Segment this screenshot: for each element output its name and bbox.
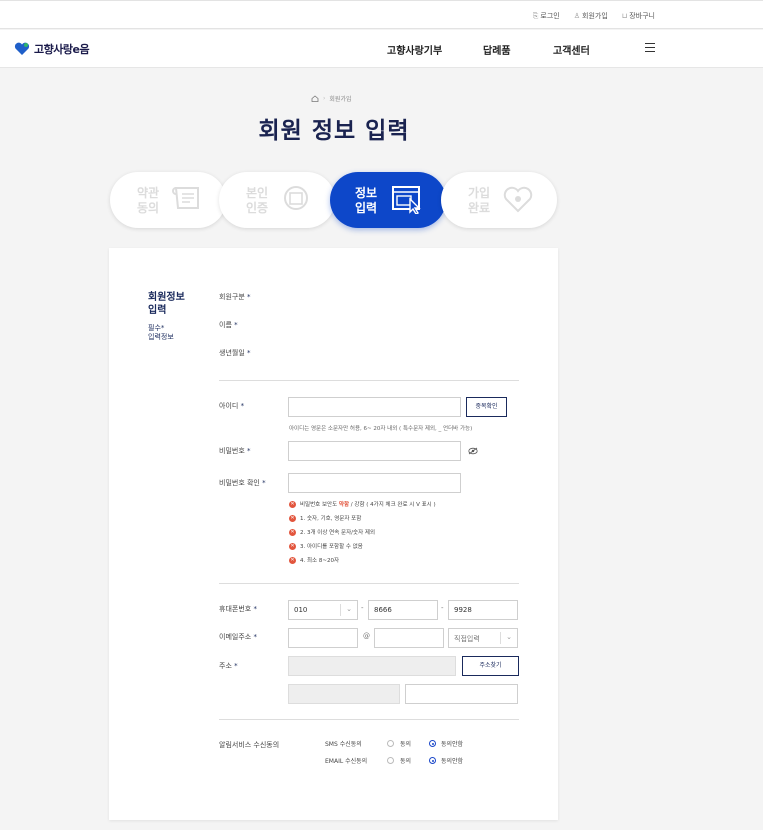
page-title: 회원 정보 입력 xyxy=(258,118,410,144)
password-rule: ✕ 3. 아이디를 포함할 수 없음 xyxy=(289,542,363,550)
email-domain-input[interactable] xyxy=(374,628,444,648)
divider xyxy=(219,719,519,720)
email-agree-radio[interactable] xyxy=(387,757,394,764)
duplicate-check-button[interactable]: 중복확인 xyxy=(466,397,507,417)
x-circle-icon: ✕ xyxy=(289,542,296,550)
x-circle-icon: ✕ xyxy=(289,556,296,564)
sms-disagree-radio[interactable] xyxy=(429,740,436,747)
email-disagree-text[interactable]: 동의안함 xyxy=(441,756,463,765)
breadcrumb-current: 회원가입 xyxy=(329,96,352,103)
sms-agree-text[interactable]: 동의 xyxy=(400,739,411,748)
section-subtitle: 필수* 입력정보 xyxy=(148,324,174,341)
password-rule: ✕ 1. 숫자, 기호, 영문자 포함 xyxy=(289,514,362,522)
heart-hands-icon xyxy=(503,186,533,213)
scroll-icon xyxy=(172,187,199,209)
id-label: 아이디 * xyxy=(219,402,245,410)
main-nav: 고향사랑e음 고향사랑기부 답례품 고객센터 xyxy=(0,30,763,68)
join-link[interactable]: ♙ 회원가입 xyxy=(574,11,608,21)
member-type-label: 회원구분 * xyxy=(219,293,251,301)
sms-agree-label: SMS 수신동의 xyxy=(325,741,362,748)
sms-agree-radio[interactable] xyxy=(387,740,394,747)
phone-prefix-select[interactable]: 010 ⌄ xyxy=(288,600,358,620)
x-circle-icon: ✕ xyxy=(289,500,296,508)
step-complete: 가입 완료 xyxy=(441,172,557,228)
email-id-input[interactable] xyxy=(288,628,358,648)
password-strength: ✕ 비밀번호 보안도 약함 / 강함 ( 4가지 체크 완료 시 V 표시 ) xyxy=(289,500,436,508)
password-rule: ✕ 4. 최소 8~20자 xyxy=(289,556,340,564)
brand-logo[interactable]: 고향사랑e음 xyxy=(14,41,90,57)
menu-icon[interactable] xyxy=(645,43,655,52)
email-agree-label: EMAIL 수신동의 xyxy=(325,758,368,765)
phone-dash: - xyxy=(361,604,364,612)
sms-disagree-text[interactable]: 동의안함 xyxy=(441,739,463,748)
login-link[interactable]: ⎘ 로그인 xyxy=(533,11,560,21)
divider xyxy=(219,583,519,584)
password-input[interactable] xyxy=(288,441,461,461)
email-agree-text[interactable]: 동의 xyxy=(400,756,411,765)
cart-link[interactable]: ⊔ 장바구니 xyxy=(622,11,655,21)
address-search-button[interactable]: 주소찾기 xyxy=(462,656,519,676)
heart-logo-icon xyxy=(14,42,30,55)
at-sign: @ xyxy=(363,632,370,640)
birth-label: 생년월일 * xyxy=(219,349,251,357)
user-icon: ♙ xyxy=(573,12,580,20)
id-input[interactable] xyxy=(288,397,461,417)
eye-slash-icon[interactable] xyxy=(468,447,478,455)
utility-bar: ⎘ 로그인 ♙ 회원가입 ⊔ 장바구니 xyxy=(0,0,763,29)
step-terms: 약관 동의 xyxy=(110,172,226,228)
address-label: 주소 * xyxy=(219,662,238,670)
address-main-input[interactable] xyxy=(288,684,400,704)
phone-label: 휴대폰번호 * xyxy=(219,605,257,613)
window-cursor-icon xyxy=(392,186,421,214)
zipcode-input[interactable] xyxy=(288,656,456,676)
divider xyxy=(219,380,519,381)
nav-support[interactable]: 고객센터 xyxy=(553,42,590,57)
notify-label: 알림서비스 수신동의 xyxy=(219,741,280,749)
nav-gifts[interactable]: 답례품 xyxy=(483,42,511,57)
step-verify: 본인 인증 xyxy=(219,172,335,228)
chevron-down-icon: ⌄ xyxy=(346,605,352,613)
breadcrumb: › 회원가입 xyxy=(311,94,352,103)
password-confirm-input[interactable] xyxy=(288,473,461,493)
x-circle-icon: ✕ xyxy=(289,514,296,522)
email-domain-select[interactable]: 직접입력 ⌄ xyxy=(448,628,518,648)
home-icon[interactable] xyxy=(311,95,319,102)
name-label: 이름 * xyxy=(219,321,238,329)
login-icon: ⎘ xyxy=(532,12,539,20)
password-confirm-label: 비밀번호 확인 * xyxy=(219,479,266,487)
phone-dash: - xyxy=(441,604,444,612)
nav-donation[interactable]: 고향사랑기부 xyxy=(387,42,442,57)
step-info-input: 정보 입력 xyxy=(330,172,446,228)
address-detail-input[interactable] xyxy=(405,684,518,704)
brand-name: 고향사랑e음 xyxy=(34,43,90,56)
email-disagree-radio[interactable] xyxy=(429,757,436,764)
phone-middle-input[interactable]: 8666 xyxy=(368,600,438,620)
phone-last-input[interactable]: 9928 xyxy=(448,600,518,620)
email-label: 이메일주소 * xyxy=(219,633,257,641)
password-rule: ✕ 2. 3개 이상 연속 문자/숫자 제외 xyxy=(289,528,376,536)
certificate-icon xyxy=(284,186,308,210)
section-title: 회원정보 입력 xyxy=(148,292,185,316)
chevron-down-icon: ⌄ xyxy=(506,633,512,641)
x-circle-icon: ✕ xyxy=(289,528,296,536)
id-hint: 아이디는 영문은 소문자만 허용, 6~ 20자 내외 ( 특수문자 제외, _… xyxy=(289,426,473,432)
password-label: 비밀번호 * xyxy=(219,447,251,455)
cart-icon: ⊔ xyxy=(621,12,628,20)
